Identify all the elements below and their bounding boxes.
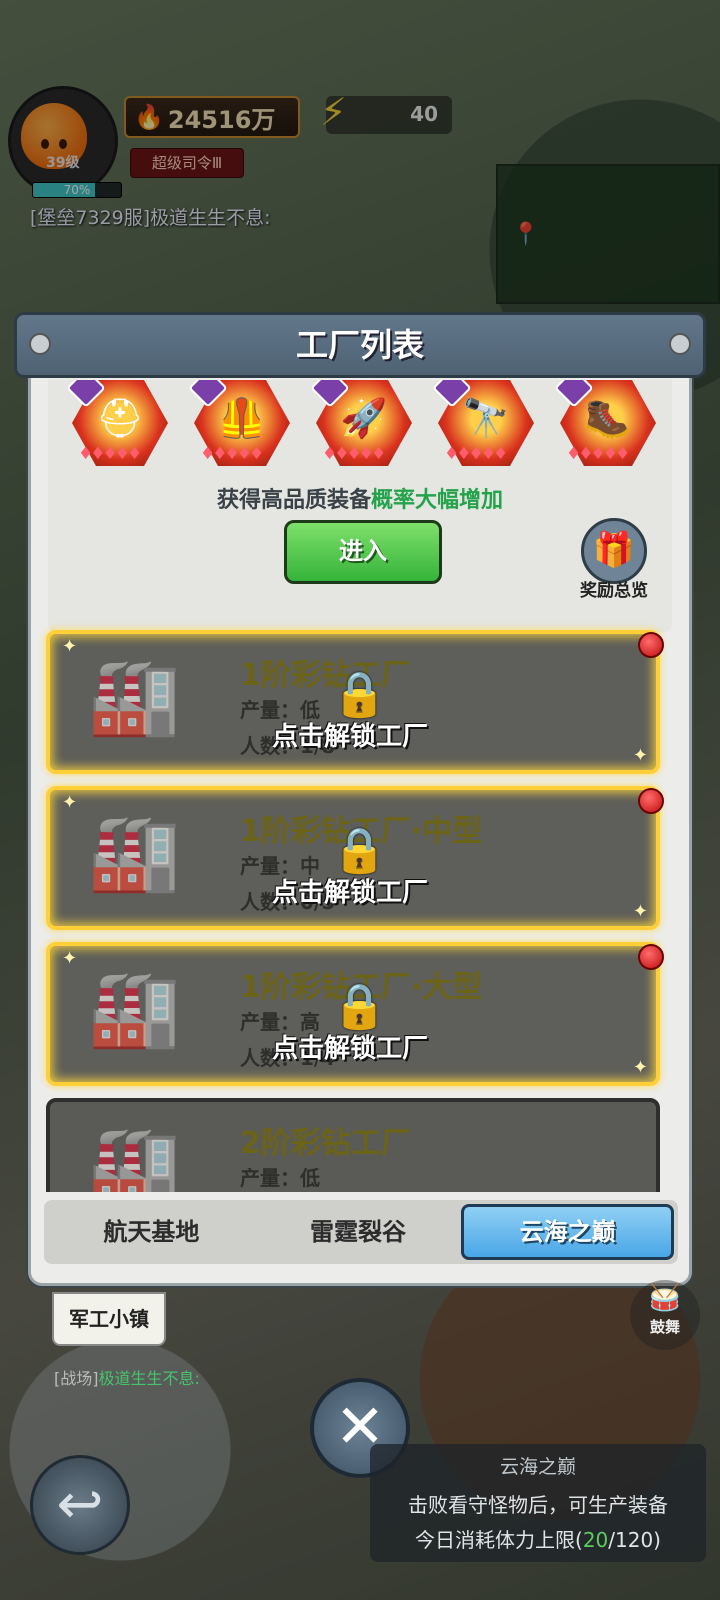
factory-card[interactable]: ✦ ✦ 🏭 1阶彩钻工厂·大型 产量：高 人数：1/4 🔒 点击解锁工厂 (46, 942, 664, 1086)
factory-name: 2阶彩钻工厂 (240, 1126, 411, 1161)
sparkle-icon: ✦ (632, 745, 648, 766)
unlock-factory-label: 点击解锁工厂 (272, 1034, 429, 1064)
lock-icon: 🔒 (332, 669, 387, 720)
star-gems-icon: ♦♦♦♦♦ (78, 444, 142, 464)
equipment-row: ⛑ ♦♦♦♦♦ 🦺 ♦♦♦♦♦ 🚀 ♦♦♦♦♦ 🔭 ♦♦♦♦♦ 🥾 ♦♦♦♦♦ (66, 380, 662, 476)
back-arrow-icon: ↩ (56, 1472, 104, 1537)
factory-card[interactable]: ✦ ✦ 🏭 1阶彩钻工厂·中型 产量：中 人数：0/5 🔒 点击解锁工厂 (46, 786, 664, 930)
region-description: 击败看守怪物后，可生产装备 (408, 1493, 668, 1517)
equipment-reward[interactable]: 🦺 ♦♦♦♦♦ (188, 380, 296, 476)
equipment-reward[interactable]: 🥾 ♦♦♦♦♦ (554, 380, 662, 476)
military-town-tab[interactable]: 军工小镇 (52, 1292, 166, 1346)
banner-highlight: 概率大幅增加 (371, 488, 504, 513)
equipment-banner: ⛑ ♦♦♦♦♦ 🦺 ♦♦♦♦♦ 🚀 ♦♦♦♦♦ 🔭 ♦♦♦♦♦ 🥾 ♦♦♦♦♦ 获得高品质装备概率… (48, 380, 672, 632)
sparkle-icon: ✦ (632, 901, 648, 922)
vest-icon: 🦺 (218, 396, 266, 440)
back-button[interactable]: ↩ (30, 1455, 130, 1555)
lock-icon: 🔒 (332, 981, 387, 1032)
reward-overview-label: 奖励总览 (580, 581, 648, 601)
sparkle-icon: ✦ (62, 636, 78, 657)
enter-button[interactable]: 进入 (284, 520, 442, 584)
helmet-icon: ⛑ (95, 396, 145, 440)
rocket-launcher-icon: 🚀 (340, 396, 388, 440)
factory-card[interactable]: ✦ ✦ 🏭 1阶彩钻工厂 产量：低 人数：1/8 🔒 点击解锁工厂 (46, 630, 664, 774)
red-dot-notification (638, 632, 664, 658)
reward-overview-button[interactable]: 🎁 奖励总览 (570, 518, 658, 601)
equipment-reward[interactable]: 🚀 ♦♦♦♦♦ (310, 380, 418, 476)
sparkle-icon: ✦ (632, 1057, 648, 1078)
equipment-reward[interactable]: ⛑ ♦♦♦♦♦ (66, 380, 174, 476)
modal-header: 工厂列表 (14, 312, 706, 378)
equipment-reward[interactable]: 🔭 ♦♦♦♦♦ (432, 380, 540, 476)
battle-chat-message[interactable]: [战场]极道生生不息: (54, 1365, 200, 1389)
star-gems-icon: ♦♦♦♦♦ (566, 444, 630, 464)
region-info-panel: 云海之巅 击败看守怪物后，可生产装备 今日消耗体力上限(20/120) (370, 1444, 706, 1562)
star-gems-icon: ♦♦♦♦♦ (200, 444, 264, 464)
factory-scroll-area[interactable]: ⛑ ♦♦♦♦♦ 🦺 ♦♦♦♦♦ 🚀 ♦♦♦♦♦ 🔭 ♦♦♦♦♦ 🥾 ♦♦♦♦♦ 获得高品质装备概率… (38, 380, 682, 1192)
drum-icon: 🥁 (648, 1283, 682, 1313)
factory-building-icon: 🏭 (88, 654, 181, 740)
unlock-factory-label: 点击解锁工厂 (272, 722, 429, 752)
factory-output: 产量：低 (240, 1166, 320, 1190)
stamina-limit: 今日消耗体力上限(20/120) (415, 1528, 661, 1552)
factory-building-icon: 🏭 (88, 966, 181, 1052)
inspire-label: 鼓舞 (649, 1318, 680, 1336)
factory-card[interactable]: 🏭 2阶彩钻工厂 产量：低 (46, 1098, 660, 1192)
tab-cloud-summit[interactable]: 云海之巅 (461, 1204, 675, 1260)
sparkle-icon: ✦ (62, 948, 78, 969)
star-gems-icon: ♦♦♦♦♦ (322, 444, 386, 464)
region-name: 云海之巅 (499, 1456, 576, 1478)
red-dot-notification (638, 944, 664, 970)
gift-icon: 🎁 (581, 518, 647, 584)
star-gems-icon: ♦♦♦♦♦ (444, 444, 508, 464)
tab-thunder-rift[interactable]: 雷霆裂谷 (255, 1204, 462, 1260)
tab-aerospace-base[interactable]: 航天基地 (48, 1204, 255, 1260)
rivet-icon (669, 333, 691, 355)
rivet-icon (29, 333, 51, 355)
modal-title: 工厂列表 (295, 326, 424, 364)
lock-icon: 🔒 (332, 825, 387, 876)
factory-building-icon: 🏭 (88, 810, 181, 896)
red-dot-notification (638, 788, 664, 814)
inspire-button[interactable]: 🥁 鼓舞 (630, 1280, 700, 1350)
unlock-factory-label: 点击解锁工厂 (272, 878, 429, 908)
region-tabs: 航天基地 雷霆裂谷 云海之巅 (44, 1200, 678, 1264)
scope-icon: 🔭 (462, 396, 510, 440)
sparkle-icon: ✦ (62, 792, 78, 813)
boots-icon: 🥾 (584, 396, 632, 440)
banner-text: 获得高品质装备概率大幅增加 (216, 488, 504, 513)
factory-building-icon: 🏭 (88, 1122, 181, 1192)
